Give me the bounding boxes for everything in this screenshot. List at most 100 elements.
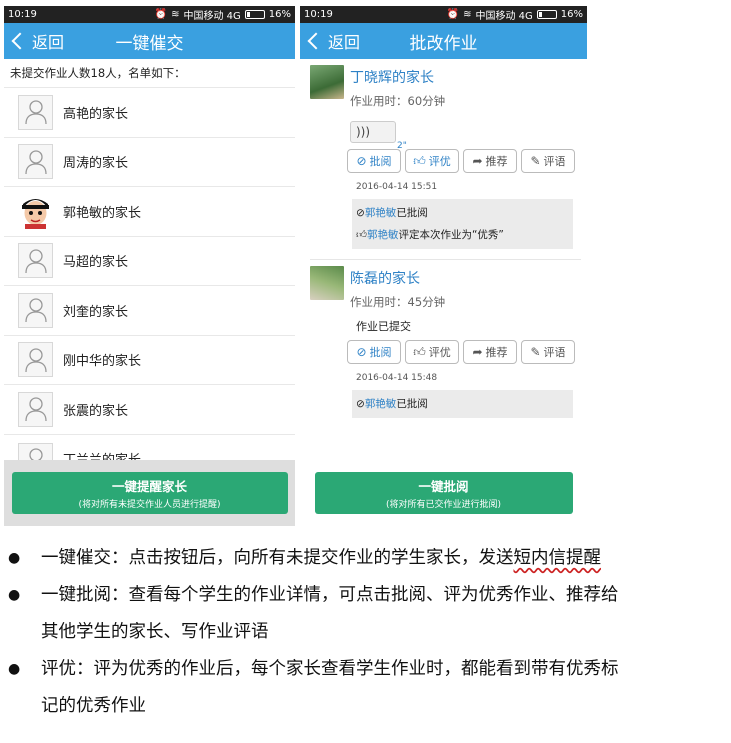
wifi-icon: ≋ bbox=[171, 9, 180, 20]
battery-label: 16% bbox=[560, 9, 583, 20]
screen-urge-submit: 10:19 ⏰ ≋ 中国移动 4G 16% 返回 一键催交 未提交作业人数18人… bbox=[4, 6, 295, 526]
recommend-label: 推荐 bbox=[485, 346, 508, 359]
thumbs-up-icon: 👍︎ bbox=[413, 344, 426, 359]
voice-duration: 2" bbox=[397, 141, 407, 151]
comment-button[interactable]: ✎ 评语 bbox=[521, 340, 575, 364]
reviewer-name: 郭艳敏 bbox=[366, 229, 399, 241]
bullet-continuation: 记的优秀作业 bbox=[41, 696, 146, 716]
review-status: 已批阅 bbox=[396, 207, 428, 219]
recommend-button[interactable]: ➦ 推荐 bbox=[463, 340, 517, 364]
alarm-icon: ⏰ bbox=[446, 9, 460, 20]
check-circle-icon: ⊘ bbox=[356, 398, 365, 410]
review-all-subtitle: (将对所有已交作业进行批阅) bbox=[385, 500, 502, 510]
check-circle-icon: ⊘ bbox=[356, 345, 367, 359]
remind-all-button[interactable]: 一键提醒家长 (将对所有未提交作业人员进行提醒) bbox=[11, 472, 288, 514]
reviewer-name: 郭艳敏 bbox=[364, 398, 397, 410]
time-used: 作业用时：60分钟 bbox=[350, 94, 446, 108]
comment-button[interactable]: ✎ 评语 bbox=[521, 149, 575, 173]
back-button[interactable]: 返回 bbox=[307, 23, 361, 59]
parent-name: 张震的家长 bbox=[63, 403, 129, 419]
bullet-continuation: 其他学生的家长、写作业评语 bbox=[41, 622, 269, 642]
list-item[interactable]: 刚中华的家长 bbox=[4, 334, 295, 385]
back-button[interactable]: 返回 bbox=[11, 23, 65, 59]
share-arrow-icon: ➦ bbox=[472, 345, 483, 359]
avatar-icon bbox=[18, 342, 53, 378]
parent-name: 高艳的家长 bbox=[63, 106, 129, 122]
bullet-icon: ● bbox=[8, 550, 21, 566]
bullet-item: ● 评优：评为优秀的作业后，每个家长查看学生作业时，都能看到带有优秀标 bbox=[8, 651, 723, 688]
review-label: 批阅 bbox=[369, 346, 392, 359]
bullet-item: ● 一键批阅：查看每个学生的作业详情，可点击批阅、评为优秀作业、推荐给 bbox=[8, 577, 723, 614]
list-item[interactable]: 马超的家长 bbox=[4, 235, 295, 286]
review-log: ⊘郭艳敏已批阅 👍︎郭艳敏评定本次作业为“优秀” bbox=[352, 199, 573, 249]
parent-name: 刚中华的家长 bbox=[63, 354, 142, 370]
action-buttons: ⊘ 批阅 👍︎ 评优 ➦ 推荐 ✎ 评语 bbox=[347, 340, 581, 364]
chevron-left-icon bbox=[307, 32, 325, 50]
comment-label: 评语 bbox=[543, 155, 566, 168]
avatar-icon bbox=[18, 243, 53, 279]
avatar-icon bbox=[18, 94, 53, 130]
submit-date: 2016-04-14 15:48 bbox=[356, 373, 438, 383]
list-item[interactable]: 张震的家长 bbox=[4, 384, 295, 434]
review-label: 批阅 bbox=[369, 155, 392, 168]
unsubmitted-info: 未提交作业人数18人，名单如下： bbox=[4, 59, 295, 87]
status-bar: 10:19 ⏰ ≋ 中国移动 4G 16% bbox=[4, 6, 295, 23]
list-item[interactable]: 高艳的家长 bbox=[4, 87, 295, 137]
status-time: 10:19 bbox=[304, 9, 333, 20]
bullet-text-part: 一键催交：点击按钮后，向所有未提交作业的学生家长，发送 bbox=[41, 548, 514, 568]
check-circle-icon: ⊘ bbox=[356, 207, 365, 219]
excellent-status: 评定本次作业为“优秀” bbox=[398, 229, 504, 241]
review-all-button[interactable]: 一键批阅 (将对所有已交作业进行批阅) bbox=[314, 472, 573, 514]
parent-name[interactable]: 丁晓辉的家长 bbox=[350, 67, 445, 87]
battery-icon bbox=[536, 10, 557, 19]
bullet-item: ● 一键催交：点击按钮后，向所有未提交作业的学生家长，发送短内信提醒 bbox=[8, 540, 723, 577]
edit-icon: ✎ bbox=[530, 345, 541, 359]
list-item[interactable]: 郭艳敏的家长 bbox=[4, 186, 295, 236]
bullet-text: 一键催交：点击按钮后，向所有未提交作业的学生家长，发送短内信提醒 bbox=[41, 540, 601, 577]
recommend-label: 推荐 bbox=[485, 155, 508, 168]
review-status: 已批阅 bbox=[396, 398, 428, 410]
list-item[interactable]: 周涛的家长 bbox=[4, 136, 295, 187]
list-item[interactable]: 丁兰兰的家长 bbox=[4, 433, 295, 464]
share-arrow-icon: ➦ bbox=[472, 154, 483, 168]
wifi-icon: ≋ bbox=[463, 9, 472, 20]
review-button[interactable]: ⊘ 批阅 bbox=[347, 149, 401, 173]
back-label: 返回 bbox=[328, 33, 361, 52]
list-item[interactable]: 刘奎的家长 bbox=[4, 285, 295, 335]
audio-icon: ))) bbox=[356, 125, 371, 139]
back-label: 返回 bbox=[32, 33, 65, 52]
comment-label: 评语 bbox=[543, 346, 566, 359]
avatar-icon bbox=[18, 144, 53, 180]
review-button[interactable]: ⊘ 批阅 bbox=[347, 340, 401, 364]
chevron-left-icon bbox=[11, 32, 29, 50]
parent-name[interactable]: 陈磊的家长 bbox=[350, 268, 445, 288]
nav-bar: 返回 一键催交 bbox=[4, 23, 295, 59]
excellent-button[interactable]: 👍︎ 评优 bbox=[405, 149, 459, 173]
review-all-title: 一键批阅 bbox=[418, 479, 469, 494]
bullet-text: 评优：评为优秀的作业后，每个家长查看学生作业时，都能看到带有优秀标 bbox=[41, 659, 619, 679]
bullet-text: 一键批阅：查看每个学生的作业详情，可点击批阅、评为优秀作业、推荐给 bbox=[41, 585, 619, 605]
parent-name: 刘奎的家长 bbox=[63, 304, 129, 320]
submit-date: 2016-04-14 15:51 bbox=[356, 182, 438, 192]
thumbs-up-icon: 👍︎ bbox=[413, 153, 426, 168]
parent-avatar bbox=[310, 65, 344, 99]
feature-notes: ● 一键催交：点击按钮后，向所有未提交作业的学生家长，发送短内信提醒 ● 一键批阅：… bbox=[8, 540, 723, 725]
alarm-icon: ⏰ bbox=[154, 9, 168, 20]
reviewer-name: 郭艳敏 bbox=[364, 207, 397, 219]
avatar-icon bbox=[18, 292, 53, 328]
battery-label: 16% bbox=[268, 9, 291, 20]
avatar-photo bbox=[18, 193, 53, 229]
excellent-button[interactable]: 👍︎ 评优 bbox=[405, 340, 459, 364]
battery-icon bbox=[244, 10, 265, 19]
bullet-icon: ● bbox=[8, 661, 21, 677]
bullet-icon: ● bbox=[8, 587, 21, 603]
excellent-label: 评优 bbox=[428, 155, 451, 168]
remind-all-title: 一键提醒家长 bbox=[111, 479, 187, 494]
voice-message-button[interactable]: ))) bbox=[350, 121, 396, 143]
status-time: 10:19 bbox=[8, 9, 37, 20]
avatar-icon bbox=[18, 391, 53, 427]
check-circle-icon: ⊘ bbox=[356, 154, 367, 168]
parent-list: 高艳的家长 周涛的家长 郭艳敏的家长 马超的家长 刘奎的家长 刚中华的家长 张震… bbox=[4, 87, 295, 464]
action-buttons: ⊘ 批阅 👍︎ 评优 ➦ 推荐 ✎ 评语 bbox=[347, 149, 581, 173]
recommend-button[interactable]: ➦ 推荐 bbox=[463, 149, 517, 173]
